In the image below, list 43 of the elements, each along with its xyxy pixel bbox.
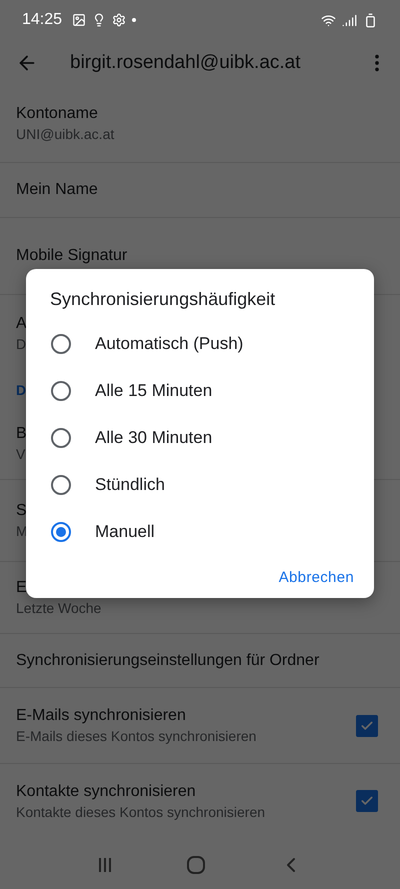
section-header: D [16,382,26,398]
dot-icon [132,18,136,22]
cancel-button[interactable]: Abbrechen [278,563,354,592]
battery-icon [363,12,378,28]
checkbox[interactable] [356,714,378,736]
status-time: 14:25 [22,11,62,29]
radio-button[interactable] [51,522,71,542]
signal-icon [342,12,357,28]
setting-title[interactable]: E [16,579,27,597]
settings-icon [112,13,126,27]
check-icon [360,718,374,732]
setting-title[interactable]: Kontoname [16,105,98,123]
radio-button[interactable] [51,380,71,400]
setting-summary: Kontakte dieses Kontos synchronisieren [16,804,266,820]
option-label[interactable]: Stündlich [95,474,165,494]
setting-title[interactable]: A [16,315,27,333]
image-icon [72,13,86,27]
setting-summary: UNI@uibk.ac.at [16,126,114,142]
account-title: birgit.rosendahl@uibk.ac.at [70,52,302,74]
radio-button[interactable] [51,428,71,448]
home-icon[interactable] [186,854,206,874]
setting-summary: E-Mails dieses Kontos synchronisieren [16,728,256,744]
setting-title[interactable]: Mobile Signatur [16,247,128,265]
setting-title[interactable]: E-Mails synchronisieren [16,707,186,725]
recent-apps-icon[interactable] [96,856,113,874]
setting-title[interactable]: B [16,425,27,443]
option-label[interactable]: Manuell [95,522,155,542]
setting-summary: Letzte Woche [16,600,102,616]
option-label[interactable]: Alle 30 Minuten [95,428,212,448]
setting-title[interactable]: Synchronisierungseinstellungen für Ordner [16,652,320,670]
radio-button[interactable] [51,474,71,494]
option-label[interactable]: Alle 15 Minuten [95,380,212,400]
radio-button[interactable] [51,334,71,354]
setting-summary: V [16,446,26,462]
wifi-icon [321,12,336,28]
setting-title[interactable]: S [16,502,27,520]
setting-title[interactable]: Mein Name [16,181,98,199]
setting-summary: D [16,336,26,352]
check-icon [360,794,374,808]
checkbox[interactable] [356,790,378,812]
dialog-title: Synchronisierungshäufigkeit [50,289,276,310]
setting-title[interactable]: Kontakte synchronisieren [16,782,196,800]
option-label[interactable]: Automatisch (Push) [95,334,244,354]
